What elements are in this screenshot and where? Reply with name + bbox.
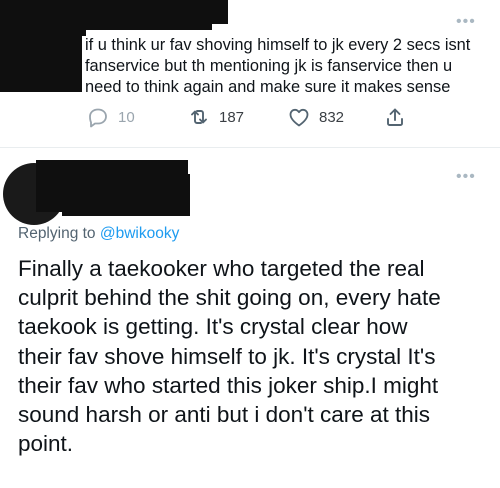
share-button[interactable] <box>383 105 407 129</box>
replying-to-label: Replying to <box>18 225 100 242</box>
retweet-count: 187 <box>219 108 245 126</box>
tweet-text-line: if u think ur fav shoving himself to jk … <box>85 36 471 54</box>
tweet-text: if u think ur fav shoving himself to jk … <box>85 35 485 98</box>
redacted-username-2 <box>62 174 190 216</box>
replying-to: Replying to @bwikooky <box>18 225 179 243</box>
redacted-avatar-1-lower <box>0 36 82 92</box>
reply-tweet-text: Finally a taekooker who targeted the rea… <box>18 254 496 458</box>
reply-text-line: taekook is getting. It's crystal clear h… <box>18 314 408 340</box>
retweet-button[interactable]: 187 <box>187 105 244 129</box>
reply-text-line: their fav shove himself to jk. It's crys… <box>18 343 436 369</box>
redacted-name-1 <box>82 8 212 30</box>
like-button[interactable]: 832 <box>287 105 344 129</box>
more-options-icon[interactable]: ••• <box>456 14 476 30</box>
reply-text-line: their fav who started this joker ship.I … <box>18 372 439 398</box>
reply-count: 10 <box>118 108 135 126</box>
reply-text-line: sound harsh or anti but i don't care at … <box>18 402 431 428</box>
like-count: 832 <box>319 108 345 126</box>
retweet-icon <box>191 110 207 124</box>
more-options-icon[interactable]: ••• <box>456 169 476 185</box>
tweet-divider <box>0 147 500 148</box>
redacted-avatar-1 <box>0 0 86 36</box>
reply-text-line: culprit behind the shit going on, every … <box>18 285 441 311</box>
heart-icon <box>289 108 309 127</box>
tweet-text-line: need to think again and make sure it mak… <box>85 78 451 96</box>
reply-text-line: Finally a taekooker who targeted the rea… <box>18 256 425 281</box>
reply-text-line: point. <box>18 431 74 457</box>
reply-icon <box>89 108 107 128</box>
reply-button[interactable]: 10 <box>86 105 135 129</box>
share-icon <box>387 108 403 126</box>
tweet-text-line: fanservice but th mentioning jk is fanse… <box>85 57 453 75</box>
reply-handle-link[interactable]: @bwikooky <box>100 225 179 242</box>
